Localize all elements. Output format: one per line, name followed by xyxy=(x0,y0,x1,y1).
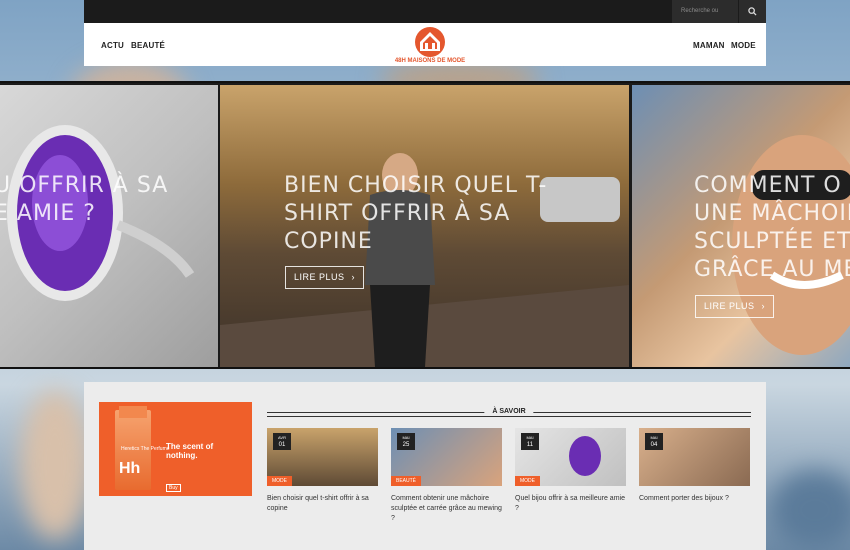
featured-slider: U OFFRIR À SA E AMIE ? BIEN CHOISIR QUEL… xyxy=(0,81,850,369)
top-bar: Recherche ou xyxy=(84,0,766,23)
ad-buy-button[interactable]: Buy xyxy=(166,484,181,492)
card-title[interactable]: Comment obtenir une mâchoire sculptée et… xyxy=(391,494,502,524)
read-more-button[interactable]: LIRE PLUS › xyxy=(285,266,365,289)
article-card[interactable]: MAI 25 BEAUTÉ Comment obtenir une mâchoir… xyxy=(391,428,502,524)
background-decor xyxy=(20,390,90,540)
category-badge[interactable]: MODE xyxy=(267,476,292,486)
category-badge[interactable]: MODE xyxy=(515,476,540,486)
chevron-right-icon: › xyxy=(351,272,356,282)
date-badge: AVR 01 xyxy=(273,433,291,450)
search-input[interactable]: Recherche ou xyxy=(672,0,738,23)
read-more-button[interactable]: LIRE PLUS › xyxy=(695,295,775,318)
nav-item-maman[interactable]: MAMAN xyxy=(693,41,725,50)
slide-title[interactable]: BIEN CHOISIR QUEL T- SHIRT OFFRIR À SA C… xyxy=(284,172,547,256)
perfume-ad[interactable]: Heretics The Perfume Hh The scent of not… xyxy=(99,402,252,496)
article-card[interactable]: MAI 04 Comment porter des bijoux ? xyxy=(639,428,750,504)
logo-text: 48H MAISONS DE MODE xyxy=(394,58,466,64)
date-badge: MAI 25 xyxy=(397,433,415,450)
site-header: ACTU BEAUTÉ 48H MAISONS DE MODE MAMAN MO… xyxy=(84,23,766,66)
card-thumbnail[interactable]: MAI 04 xyxy=(639,428,750,486)
date-badge: MAI 11 xyxy=(521,433,539,450)
nav-item-mode[interactable]: MODE xyxy=(731,41,756,50)
slide-title[interactable]: U OFFRIR À SA E AMIE ? xyxy=(0,172,168,228)
read-more-label: LIRE PLUS xyxy=(294,272,345,282)
house-logo-icon xyxy=(415,27,445,57)
nav-item-actu[interactable]: ACTU xyxy=(101,41,124,50)
search-button[interactable] xyxy=(738,0,766,23)
article-card[interactable]: MAI 11 MODE Quel bijou offrir à sa meille… xyxy=(515,428,626,514)
read-more-label: LIRE PLUS xyxy=(704,301,755,311)
card-title[interactable]: Bien choisir quel t-shirt offrir à sa co… xyxy=(267,494,378,514)
background-decor xyxy=(770,470,850,550)
section-header: À SAVOIR xyxy=(267,408,751,420)
card-thumbnail[interactable]: MAI 25 BEAUTÉ xyxy=(391,428,502,486)
bottle-cap-image xyxy=(119,406,147,418)
section-title: À SAVOIR xyxy=(484,408,534,415)
slide-jawline[interactable]: COMMENT O UNE MÂCHOIRE SCULPTÉE ET GRÂCE… xyxy=(632,85,850,367)
ad-brand: Hh xyxy=(119,460,141,477)
site-logo[interactable]: 48H MAISONS DE MODE xyxy=(393,25,467,65)
slide-tshirt[interactable]: BIEN CHOISIR QUEL T- SHIRT OFFRIR À SA C… xyxy=(220,85,629,367)
card-thumbnail[interactable]: AVR 01 MODE xyxy=(267,428,378,486)
slide-ring[interactable]: U OFFRIR À SA E AMIE ? xyxy=(0,85,218,367)
slide-title[interactable]: COMMENT O UNE MÂCHOIRE SCULPTÉE ET GRÂCE… xyxy=(694,172,850,284)
search-icon xyxy=(748,7,757,16)
date-badge: MAI 04 xyxy=(645,433,663,450)
card-title[interactable]: Quel bijou offrir à sa meilleure amie ? xyxy=(515,494,626,514)
ad-product-line: Heretics The Perfume xyxy=(121,446,170,452)
card-thumbnail[interactable]: MAI 11 MODE xyxy=(515,428,626,486)
nav-item-beaute[interactable]: BEAUTÉ xyxy=(131,41,165,50)
content-panel: Heretics The Perfume Hh The scent of not… xyxy=(84,382,766,550)
ad-tagline: The scent of nothing. xyxy=(166,442,214,460)
category-badge[interactable]: BEAUTÉ xyxy=(391,476,422,486)
article-card[interactable]: AVR 01 MODE Bien choisir quel t-shirt off… xyxy=(267,428,378,514)
card-title[interactable]: Comment porter des bijoux ? xyxy=(639,494,750,504)
chevron-right-icon: › xyxy=(761,301,766,311)
